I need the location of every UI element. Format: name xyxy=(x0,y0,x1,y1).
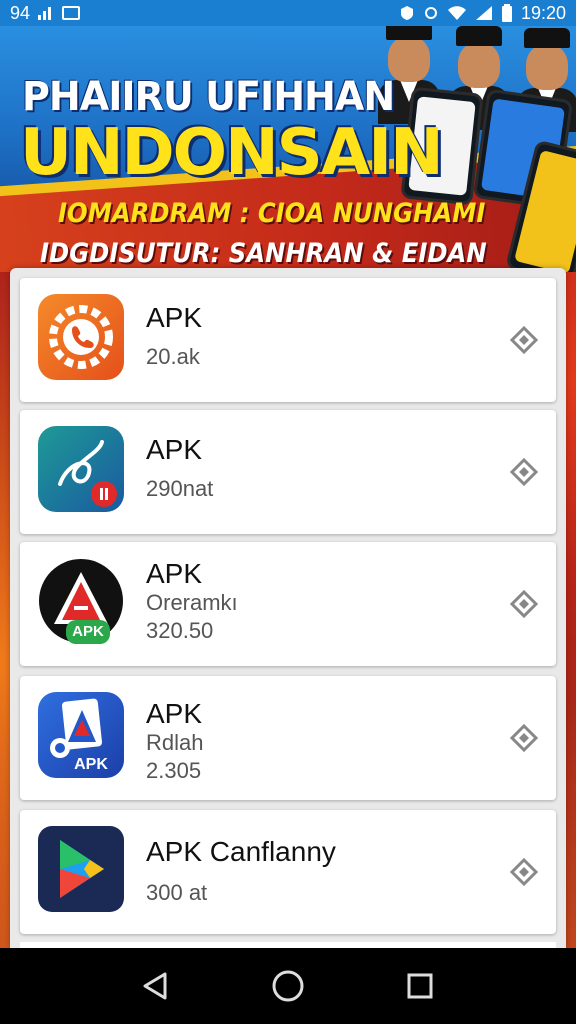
clock: 19:20 xyxy=(520,2,566,23)
list-item[interactable]: APK 20.ak xyxy=(20,278,556,402)
apk-badge: APK xyxy=(74,756,108,773)
status-left-text: 94 xyxy=(10,2,31,23)
app-detail: 290nat xyxy=(146,476,214,501)
overflow-icon[interactable] xyxy=(509,325,539,355)
vpn-icon xyxy=(399,5,415,21)
overflow-icon[interactable] xyxy=(509,723,539,753)
notification-icon xyxy=(62,6,81,20)
list-item[interactable]: APK Canflanny 300 at xyxy=(20,810,556,934)
banner-title-line1: PHAIIRU UFIHHAN xyxy=(22,74,395,120)
app-name: APK xyxy=(146,302,203,333)
app-detail: Oreramkı xyxy=(146,590,238,615)
list-item[interactable]: APK 290nat xyxy=(20,410,556,534)
recents-icon[interactable] xyxy=(400,966,440,1006)
banner-subtitle-line1: IOMARDRAM : CIOA NUNGHAMI xyxy=(58,198,486,229)
app-name: APK xyxy=(146,698,203,729)
sync-icon xyxy=(423,5,439,21)
wifi-icon xyxy=(447,5,467,21)
app-size: 320.50 xyxy=(146,618,214,643)
gear-phone-icon xyxy=(38,294,124,380)
app-size: 2.305 xyxy=(146,758,202,783)
app-detail: Rdlah xyxy=(146,730,204,755)
home-icon[interactable] xyxy=(268,966,308,1006)
status-right: 19:20 xyxy=(399,3,566,24)
app-name: APK xyxy=(146,558,203,589)
app-name: APK xyxy=(146,434,203,465)
overflow-icon[interactable] xyxy=(509,589,539,619)
play-store-icon xyxy=(38,826,124,912)
banner-subtitle-line2: IDGDISUTUR: SANHRAN & EIDAN xyxy=(40,238,487,269)
banner-title-line2: UNDONSAIN xyxy=(20,116,444,190)
promo-banner[interactable]: PHAIIRU UFIHHAN UNDONSAIN IOMARDRAM : CI… xyxy=(0,26,576,272)
status-bar: 94 19:20 xyxy=(0,0,576,26)
app-detail: 300 at xyxy=(146,880,208,905)
list-item[interactable]: APK APK Oreramkı 320.50 xyxy=(20,542,556,666)
apk-badge: APK xyxy=(66,620,110,644)
overflow-icon[interactable] xyxy=(509,857,539,887)
list-item[interactable]: APK APK Rdlah 2.305 xyxy=(20,676,556,800)
status-left: 94 xyxy=(10,2,81,24)
app-name: APK Canflanny xyxy=(146,836,336,867)
overflow-icon[interactable] xyxy=(509,457,539,487)
signal-icon xyxy=(38,6,54,20)
app-detail: 20.ak xyxy=(146,344,200,369)
back-icon[interactable] xyxy=(136,966,176,1006)
cell-signal-icon xyxy=(475,5,493,21)
battery-icon xyxy=(501,4,513,22)
swirl-pen-icon xyxy=(38,426,124,512)
navigation-bar xyxy=(0,948,576,1024)
app-list: APK 20.ak APK 290nat APK APK Oreramkı 32… xyxy=(10,268,566,948)
